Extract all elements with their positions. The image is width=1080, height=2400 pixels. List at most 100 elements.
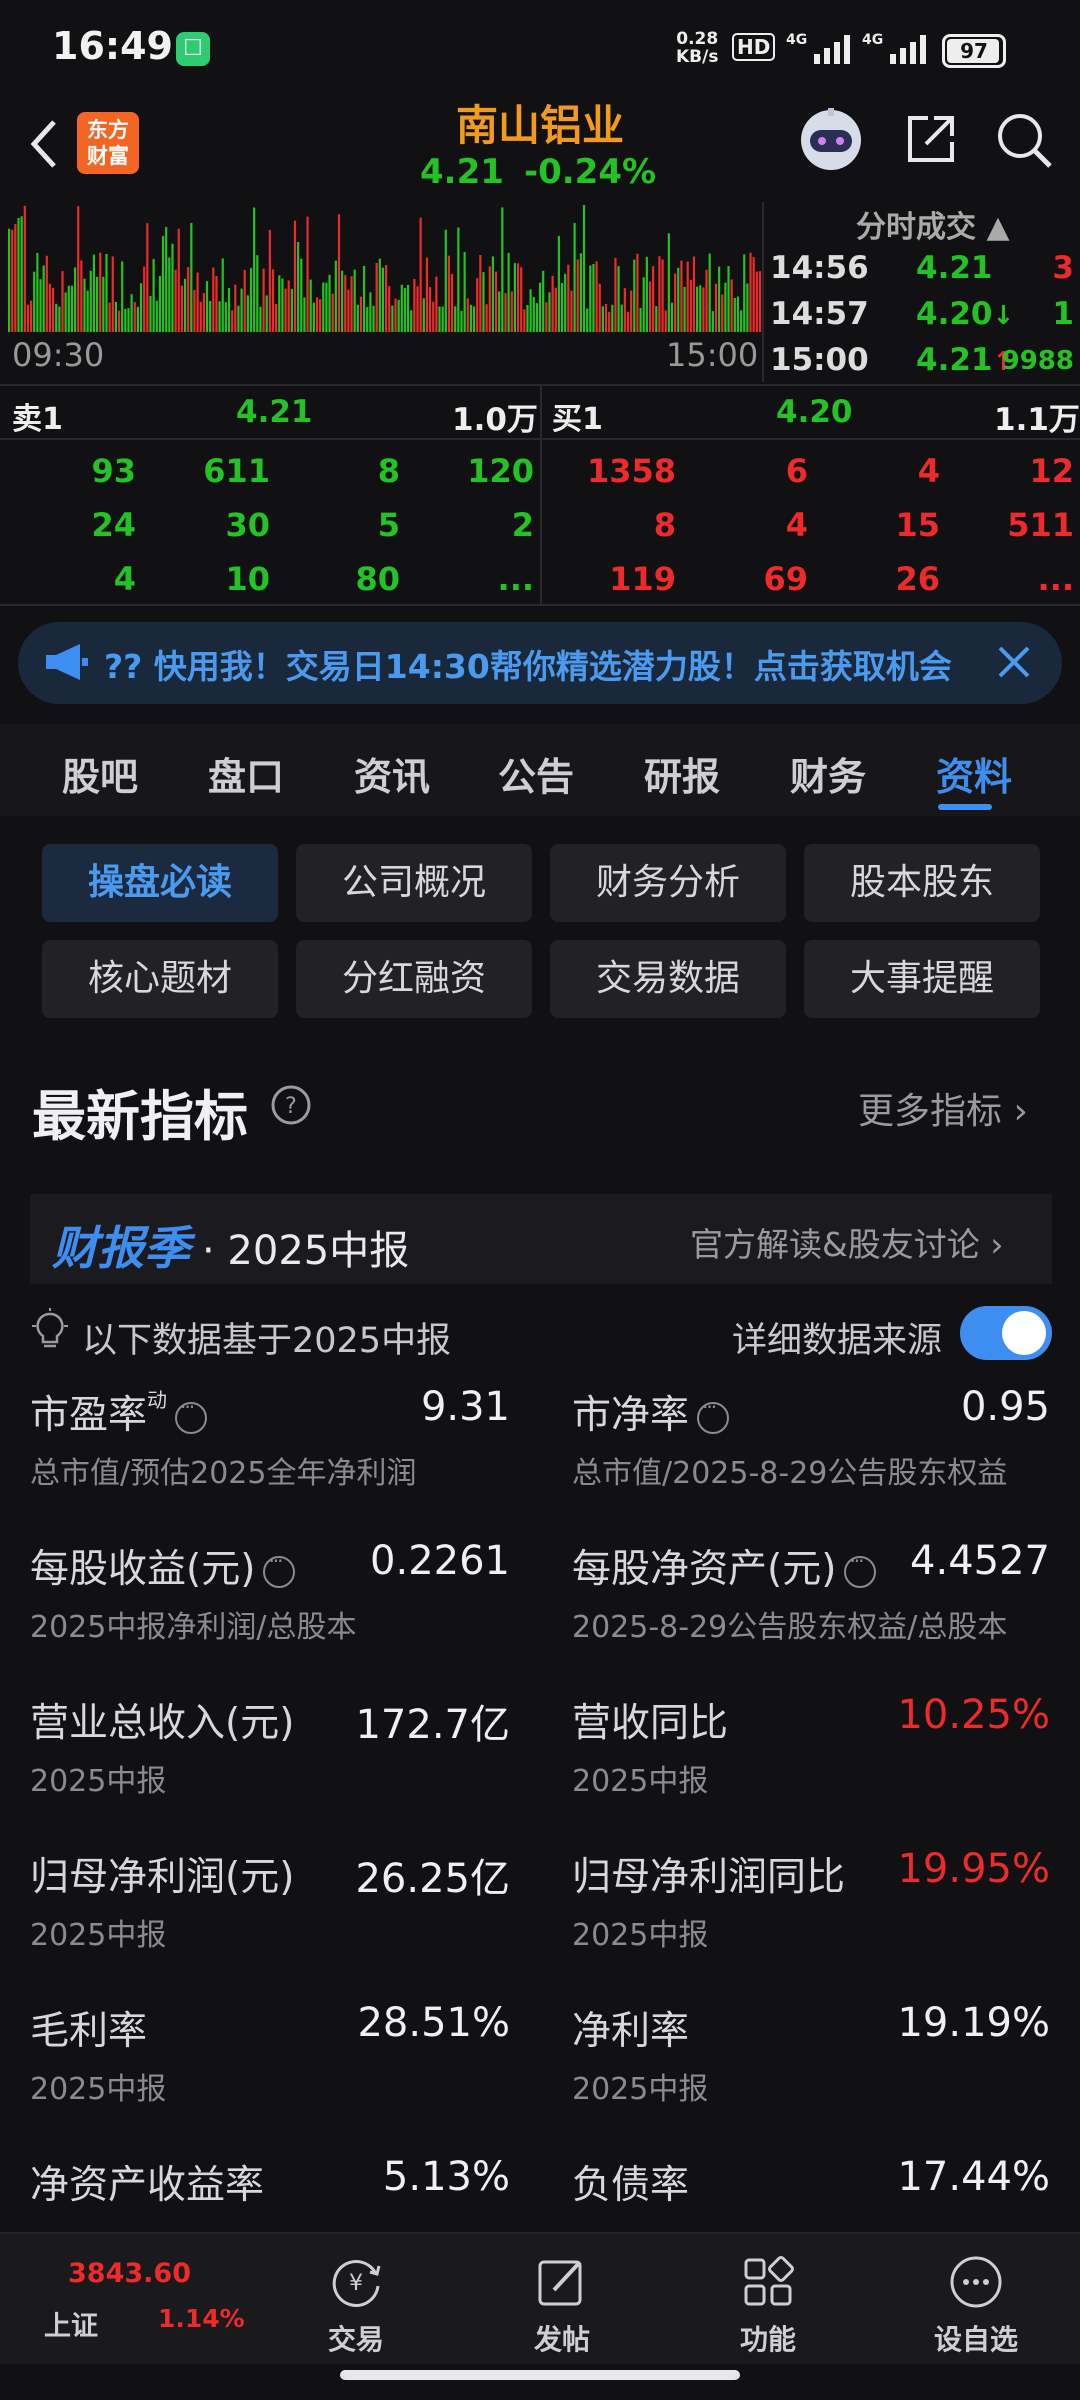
chip-trading-data[interactable]: 交易数据 [550, 940, 786, 1018]
toggle-knob [1002, 1311, 1046, 1355]
volume-bar [457, 227, 460, 332]
tab-announcements[interactable]: 公告 [498, 746, 574, 801]
volume-bar [99, 252, 102, 332]
home-indicator[interactable] [340, 2370, 740, 2380]
volume-bar [696, 286, 699, 332]
volume-bar [560, 283, 564, 332]
volume-bar [444, 229, 447, 332]
volume-bar [231, 310, 234, 332]
more-indicators-link[interactable]: 更多指标 › [858, 1082, 1028, 1134]
buy-queue-cell: 4 [785, 506, 808, 544]
sell-queue-cell: 30 [225, 506, 270, 544]
tab-news[interactable]: 资讯 [354, 746, 430, 801]
volume-bar [80, 260, 83, 332]
volume-bar [454, 306, 457, 332]
volume-bar [498, 291, 501, 332]
promo-banner[interactable]: ?? 快用我！交易日14:30帮你精选潜力股！点击获取机会 [18, 622, 1062, 704]
volume-bar [136, 306, 140, 332]
volume-bar [243, 270, 246, 332]
volume-bar [582, 205, 586, 332]
volume-bar [736, 296, 740, 332]
volume-bar [692, 256, 696, 332]
tick-volume: 3 [1052, 250, 1074, 286]
metric-subtitle: 2025中报净利润/总股本 [30, 1610, 357, 1645]
metric-label[interactable]: 毛利率 [30, 2000, 147, 2056]
buy-queue-cell: 12 [1029, 452, 1074, 490]
divider [540, 386, 542, 604]
chip-events[interactable]: 大事提醒 [804, 940, 1040, 1018]
volume-bar [749, 252, 752, 332]
volume-bar [133, 302, 136, 332]
metric-label[interactable]: 每股收益(元) [30, 1538, 296, 1594]
more-options-icon[interactable] [844, 1549, 877, 1588]
buy1-price[interactable]: 4.20 [776, 394, 853, 430]
search-icon[interactable] [994, 110, 1054, 170]
metric-label-text: 市净率 [572, 1393, 690, 1438]
metric-label-text: 毛利率 [30, 2009, 148, 2054]
season-banner[interactable]: 财报季 · 2025中报 官方解读&股友讨论 › [30, 1194, 1052, 1284]
metric-value: 26.25亿 [355, 1856, 510, 1902]
tab-pankou[interactable]: 盘口 [208, 746, 284, 801]
sell1-volume: 1.0万 [452, 402, 538, 438]
volume-chart[interactable] [8, 204, 762, 332]
tick-header-label: 分时成交 [856, 210, 976, 245]
nav-trade[interactable]: ¥ 交易 [276, 2234, 436, 2364]
chip-company-overview[interactable]: 公司概况 [296, 844, 532, 922]
index-ticker[interactable]: 3843.60 上证 1.14% [40, 2254, 245, 2354]
tab-research[interactable]: 研报 [644, 746, 720, 801]
tick-price-value: 4.21 [916, 342, 993, 378]
season-link[interactable]: 官方解读&股友讨论 › [690, 1218, 1003, 1266]
metric-label[interactable]: 负债率 [572, 2154, 689, 2210]
metric-label[interactable]: 归母净利润(元) [30, 1846, 294, 1902]
metric-label-text: 市盈率 [30, 1393, 148, 1438]
buy1-volume: 1.1万 [994, 402, 1080, 438]
volume-bar [608, 311, 611, 332]
help-icon[interactable]: ? [270, 1084, 312, 1126]
metric-label[interactable]: 归母净利润同比 [572, 1846, 845, 1902]
more-options-icon[interactable] [697, 1395, 730, 1434]
metric-value: 5.13% [382, 2154, 510, 2200]
metric-label[interactable]: 营业总收入(元) [30, 1692, 294, 1748]
more-options-icon[interactable] [263, 1549, 296, 1588]
volume-bar [677, 267, 680, 332]
tab-finance[interactable]: 财务 [790, 746, 866, 801]
volume-bar [579, 253, 582, 332]
metric-label[interactable]: 市净率 [572, 1384, 730, 1440]
volume-bar [11, 229, 14, 332]
chip-financial-analysis[interactable]: 财务分析 [550, 844, 786, 922]
metric-label[interactable]: 净利率 [572, 2000, 689, 2056]
volume-bar [397, 299, 400, 332]
data-source-toggle[interactable] [960, 1306, 1052, 1360]
nav-add-watchlist[interactable]: 设自选 [896, 2234, 1056, 2364]
chip-dividend-financing[interactable]: 分红融资 [296, 940, 532, 1018]
metric-label[interactable]: 营收同比 [572, 1692, 728, 1748]
tab-profile[interactable]: 资料 [936, 746, 1012, 801]
volume-bar [617, 266, 620, 332]
metric-label[interactable]: 每股净资产(元) [572, 1538, 877, 1594]
lightbulb-icon [32, 1308, 68, 1348]
metric-label[interactable]: 净资产收益率 [30, 2154, 264, 2210]
tab-guba[interactable]: 股吧 [62, 746, 138, 801]
robot-assistant-icon[interactable] [798, 106, 864, 172]
chip-must-read[interactable]: 操盘必读 [42, 844, 278, 922]
chip-core-themes[interactable]: 核心题材 [42, 940, 278, 1018]
buy-queue-cell: 511 [1007, 506, 1074, 544]
metric-label[interactable]: 市盈率动 [30, 1384, 208, 1440]
volume-bar [297, 242, 300, 332]
tick-header[interactable]: 分时成交 ▲ [856, 202, 1010, 246]
nav-functions[interactable]: 功能 [688, 2234, 848, 2364]
buy-queue-cell: 119 [609, 560, 676, 598]
volume-bar [29, 300, 33, 332]
chip-shareholders[interactable]: 股本股东 [804, 844, 1040, 922]
close-icon[interactable] [984, 632, 1044, 692]
more-options-icon[interactable] [175, 1395, 208, 1434]
share-icon[interactable] [902, 110, 960, 168]
nav-post[interactable]: 发帖 [482, 2234, 642, 2364]
sell1-price[interactable]: 4.21 [236, 394, 313, 430]
tick-price: 4.21 [916, 250, 993, 286]
volume-bar [143, 266, 146, 332]
volume-bar [20, 216, 23, 332]
volume-bar [400, 284, 403, 332]
volume-bar [476, 278, 479, 332]
buy-queue-cell: 15 [895, 506, 940, 544]
